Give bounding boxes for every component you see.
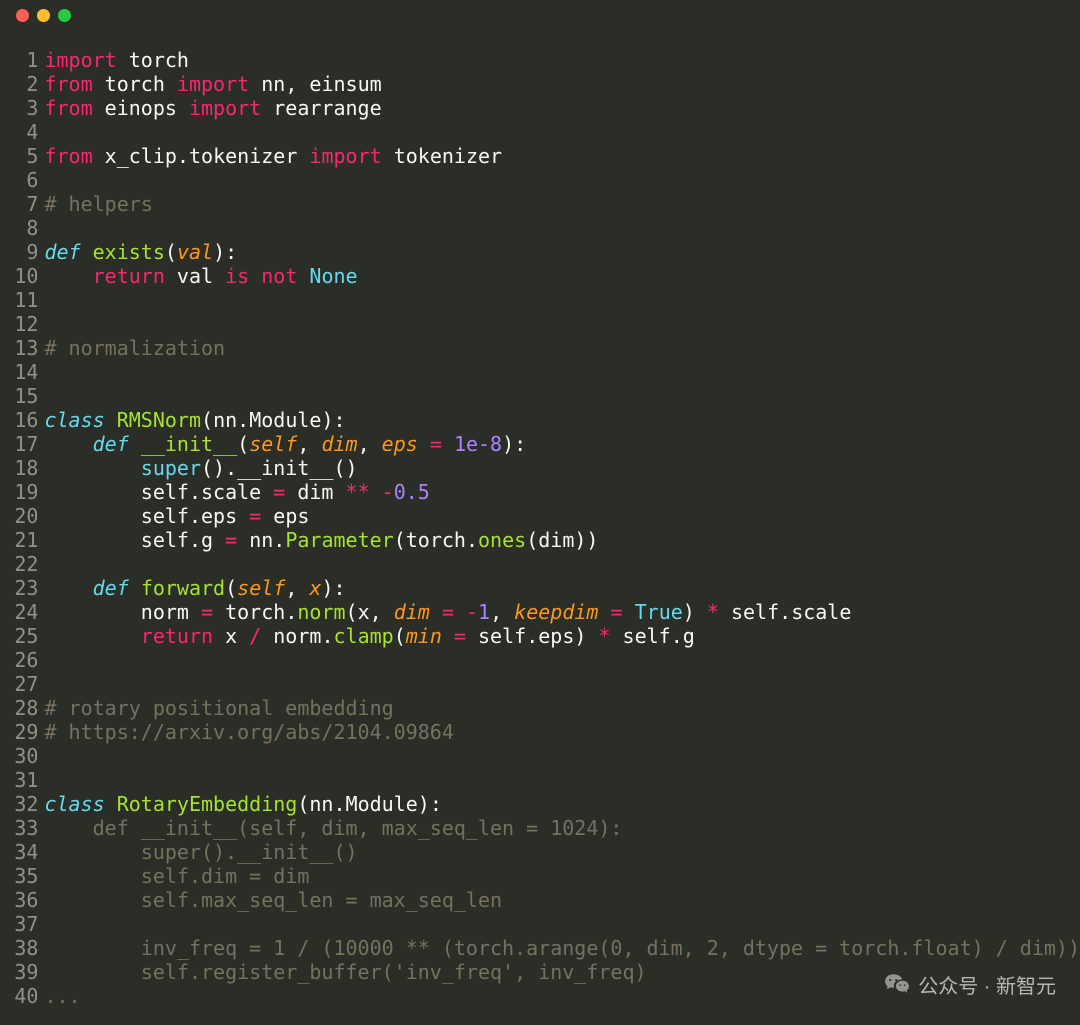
code-line[interactable]: self.max_seq_len = max_seq_len	[44, 888, 1080, 912]
code-line[interactable]: def forward(self, x):	[44, 576, 1080, 600]
line-number: 1	[0, 48, 38, 72]
line-number: 16	[0, 408, 38, 432]
line-number: 19	[0, 480, 38, 504]
line-number: 32	[0, 792, 38, 816]
code-line[interactable]: # https://arxiv.org/abs/2104.09864	[44, 720, 1080, 744]
line-number: 2	[0, 72, 38, 96]
line-number: 35	[0, 864, 38, 888]
line-number: 14	[0, 360, 38, 384]
line-number: 5	[0, 144, 38, 168]
code-line[interactable]: inv_freq = 1 / (10000 ** (torch.arange(0…	[44, 936, 1080, 960]
code-line[interactable]	[44, 120, 1080, 144]
code-line[interactable]	[44, 168, 1080, 192]
code-editor[interactable]: 1234567891011121314151617181920212223242…	[0, 30, 1080, 1008]
code-line[interactable]: self.eps = eps	[44, 504, 1080, 528]
line-number: 36	[0, 888, 38, 912]
line-number-gutter: 1234567891011121314151617181920212223242…	[0, 48, 38, 1008]
code-line[interactable]: return x / norm.clamp(min = self.eps) * …	[44, 624, 1080, 648]
line-number: 39	[0, 960, 38, 984]
code-line[interactable]: # normalization	[44, 336, 1080, 360]
code-line[interactable]: class RMSNorm(nn.Module):	[44, 408, 1080, 432]
titlebar	[0, 0, 1080, 30]
line-number: 8	[0, 216, 38, 240]
code-line[interactable]	[44, 744, 1080, 768]
code-line[interactable]: from einops import rearrange	[44, 96, 1080, 120]
code-line[interactable]: self.scale = dim ** -0.5	[44, 480, 1080, 504]
line-number: 11	[0, 288, 38, 312]
code-line[interactable]	[44, 384, 1080, 408]
code-line[interactable]: # helpers	[44, 192, 1080, 216]
code-line[interactable]: self.g = nn.Parameter(torch.ones(dim))	[44, 528, 1080, 552]
code-line[interactable]: super().__init__()	[44, 840, 1080, 864]
code-line[interactable]	[44, 648, 1080, 672]
line-number: 26	[0, 648, 38, 672]
code-line[interactable]: from x_clip.tokenizer import tokenizer	[44, 144, 1080, 168]
line-number: 38	[0, 936, 38, 960]
line-number: 25	[0, 624, 38, 648]
minimize-icon[interactable]	[37, 9, 50, 22]
code-line[interactable]	[44, 672, 1080, 696]
watermark-text: 公众号 · 新智元	[918, 975, 1056, 999]
code-line[interactable]	[44, 312, 1080, 336]
code-line[interactable]	[44, 288, 1080, 312]
line-number: 12	[0, 312, 38, 336]
line-number: 15	[0, 384, 38, 408]
line-number: 3	[0, 96, 38, 120]
code-line[interactable]: super().__init__()	[44, 456, 1080, 480]
line-number: 29	[0, 720, 38, 744]
code-line[interactable]: def __init__(self, dim, eps = 1e-8):	[44, 432, 1080, 456]
line-number: 23	[0, 576, 38, 600]
code-line[interactable]: from torch import nn, einsum	[44, 72, 1080, 96]
line-number: 30	[0, 744, 38, 768]
line-number: 33	[0, 816, 38, 840]
code-line[interactable]	[44, 360, 1080, 384]
line-number: 17	[0, 432, 38, 456]
line-number: 24	[0, 600, 38, 624]
line-number: 21	[0, 528, 38, 552]
code-line[interactable]: class RotaryEmbedding(nn.Module):	[44, 792, 1080, 816]
line-number: 34	[0, 840, 38, 864]
wechat-icon	[884, 971, 910, 1003]
code-line[interactable]	[44, 768, 1080, 792]
line-number: 10	[0, 264, 38, 288]
code-line[interactable]: # rotary positional embedding	[44, 696, 1080, 720]
line-number: 40	[0, 984, 38, 1008]
line-number: 31	[0, 768, 38, 792]
line-number: 22	[0, 552, 38, 576]
line-number: 28	[0, 696, 38, 720]
code-line[interactable]: def __init__(self, dim, max_seq_len = 10…	[44, 816, 1080, 840]
line-number: 37	[0, 912, 38, 936]
line-number: 27	[0, 672, 38, 696]
watermark: 公众号 · 新智元	[884, 971, 1056, 1003]
line-number: 6	[0, 168, 38, 192]
zoom-icon[interactable]	[58, 9, 71, 22]
code-line[interactable]	[44, 216, 1080, 240]
line-number: 20	[0, 504, 38, 528]
code-line[interactable]: norm = torch.norm(x, dim = -1, keepdim =…	[44, 600, 1080, 624]
line-number: 18	[0, 456, 38, 480]
code-line[interactable]: return val is not None	[44, 264, 1080, 288]
line-number: 13	[0, 336, 38, 360]
code-line[interactable]: import torch	[44, 48, 1080, 72]
line-number: 9	[0, 240, 38, 264]
line-number: 4	[0, 120, 38, 144]
code-line[interactable]	[44, 552, 1080, 576]
editor-window: 1234567891011121314151617181920212223242…	[0, 0, 1080, 1025]
code-line[interactable]: def exists(val):	[44, 240, 1080, 264]
code-area[interactable]: import torchfrom torch import nn, einsum…	[38, 48, 1080, 1008]
code-line[interactable]: self.dim = dim	[44, 864, 1080, 888]
code-line[interactable]	[44, 912, 1080, 936]
close-icon[interactable]	[16, 9, 29, 22]
line-number: 7	[0, 192, 38, 216]
